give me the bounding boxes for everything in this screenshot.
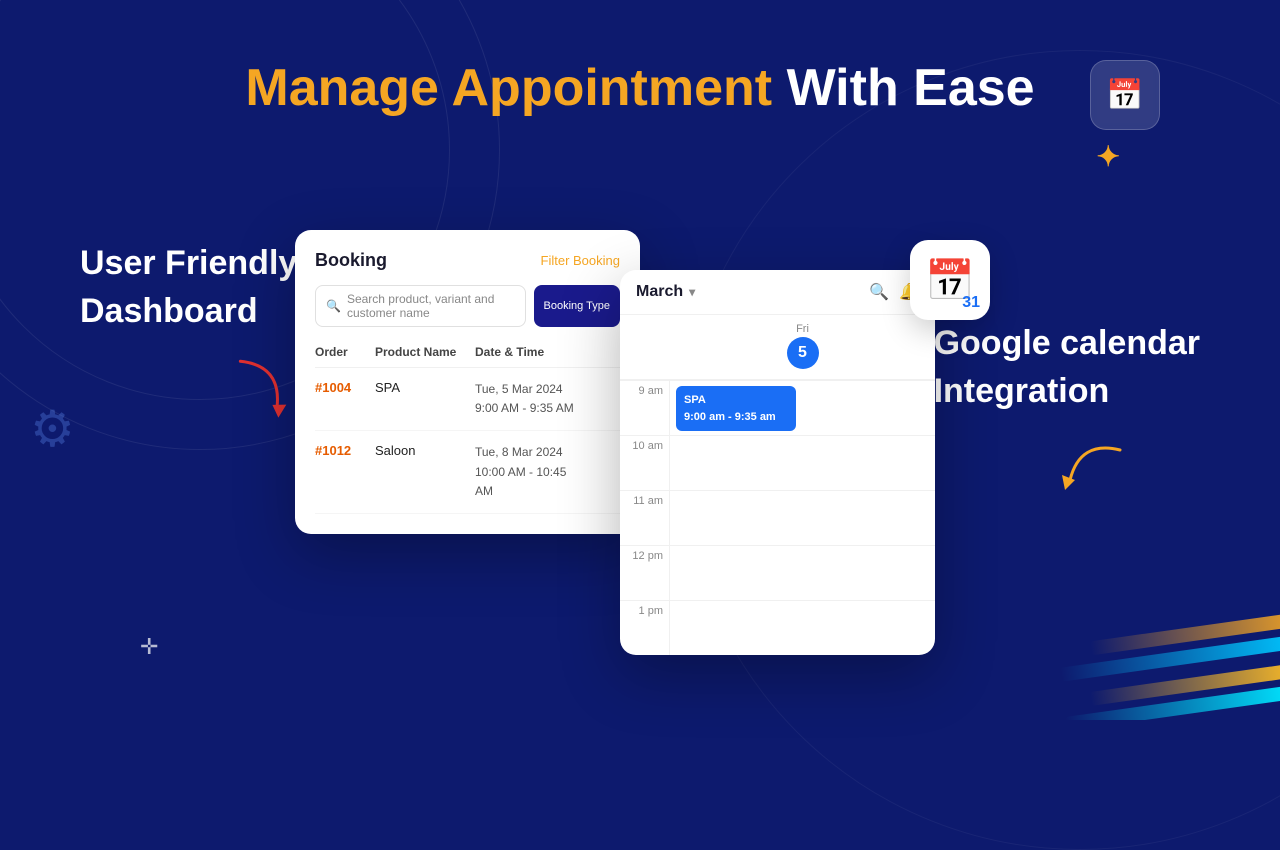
calendar-panel: March ▾ 🔍 🔔 Fri 5 9 am 10 am 11 am 12 pm… [620,270,935,655]
order-1004[interactable]: #1004 [315,380,375,395]
crosshair-icon: ✛ [140,634,158,660]
product-saloon: Saloon [375,443,475,458]
date-1012: Tue, 8 Mar 2024 [475,443,580,462]
booking-panel: Booking Filter Booking 🔍 Search product,… [295,230,640,534]
filter-booking-link[interactable]: Filter Booking [541,253,620,268]
booking-panel-header: Booking Filter Booking [315,250,620,271]
time-1004: 9:00 AM - 9:35 AM [475,399,580,418]
col-datetime: Date & Time [475,345,580,359]
title-white-part: With Ease [787,59,1035,117]
stripe-9am: SPA 9:00 am - 9:35 am [670,380,935,435]
time-slot-12pm: 12 pm [620,545,669,600]
gradient-bar-2 [1060,634,1280,681]
calendar-day-header: Fri 5 [620,315,935,380]
search-calendar-icon[interactable]: 🔍 [869,282,889,302]
time-slot-1pm: 1 pm [620,600,669,655]
day-column-header: Fri 5 [670,315,935,379]
event-time: 9:00 am - 9:35 am [684,409,788,426]
day-name-fri: Fri [670,323,935,335]
col-order: Order [315,345,375,359]
sparkle-icon: ✦ [1097,140,1120,173]
order-1012[interactable]: #1012 [315,443,375,458]
stripe-12pm [670,545,935,600]
search-placeholder-text: Search product, variant and customer nam… [347,292,515,320]
calendar-month: March ▾ [636,283,695,301]
booking-table-header: Order Product Name Date & Time [315,341,620,368]
booking-panel-title: Booking [315,250,387,271]
stripe-11am [670,490,935,545]
page-title: Manage Appointment With Ease [0,60,1280,117]
booking-type-button[interactable]: Booking Type [534,285,620,327]
search-icon: 🔍 [326,299,341,313]
calendar-body: 9 am 10 am 11 am 12 pm 1 pm SPA 9:00 am … [620,380,935,655]
google-calendar-icon: 📅 31 [910,240,990,320]
col-product: Product Name [375,345,475,359]
gradient-bar-1 [1090,611,1280,655]
table-row: #1012 Saloon Tue, 8 Mar 2024 10:00 AM - … [315,431,620,514]
time-slot-10am: 10 am [620,435,669,490]
right-line1: Google calendar [934,320,1200,368]
datetime-1: Tue, 5 Mar 2024 9:00 AM - 9:35 AM [475,380,580,418]
product-spa: SPA [375,380,475,395]
month-label: March [636,283,683,301]
calendar-event-spa[interactable]: SPA 9:00 am - 9:35 am [676,386,796,431]
time-slot-11am: 11 am [620,490,669,545]
title-orange-part: Manage Appointment [245,59,772,117]
search-bar: 🔍 Search product, variant and customer n… [315,285,620,327]
left-line2: Dashboard [80,288,297,336]
time-slot-9am: 9 am [620,380,669,435]
gradient-bar-4 [1065,685,1280,720]
left-section-text: User Friendly Dashboard [80,240,297,335]
stripe-1pm [670,600,935,655]
right-section-text: Google calendar Integration [934,320,1200,415]
dropdown-icon[interactable]: ▾ [689,285,695,299]
gradient-bar-3 [1090,664,1280,706]
right-line2: Integration [934,368,1200,416]
arrow-right-icon [1050,440,1130,509]
stripe-10am [670,435,935,490]
search-input-wrap[interactable]: 🔍 Search product, variant and customer n… [315,285,526,327]
event-area: SPA 9:00 am - 9:35 am [670,380,935,655]
col-extra [580,345,620,359]
event-title: SPA [684,392,788,409]
time-1012: 10:00 AM - 10:45 AM [475,463,580,501]
calendar-header: March ▾ 🔍 🔔 [620,270,935,315]
gcal-number: 31 [962,294,980,312]
time-slots-column: 9 am 10 am 11 am 12 pm 1 pm [620,380,670,655]
time-gutter-header [620,315,670,379]
datetime-2: Tue, 8 Mar 2024 10:00 AM - 10:45 AM [475,443,580,501]
day-number-5: 5 [787,337,819,369]
diagonal-bars [1030,570,1280,720]
gear-icon: ⚙ [30,400,75,458]
table-row: #1004 SPA Tue, 5 Mar 2024 9:00 AM - 9:35… [315,368,620,431]
page-header: Manage Appointment With Ease [0,0,1280,117]
date-1004: Tue, 5 Mar 2024 [475,380,580,399]
left-line1: User Friendly [80,240,297,288]
